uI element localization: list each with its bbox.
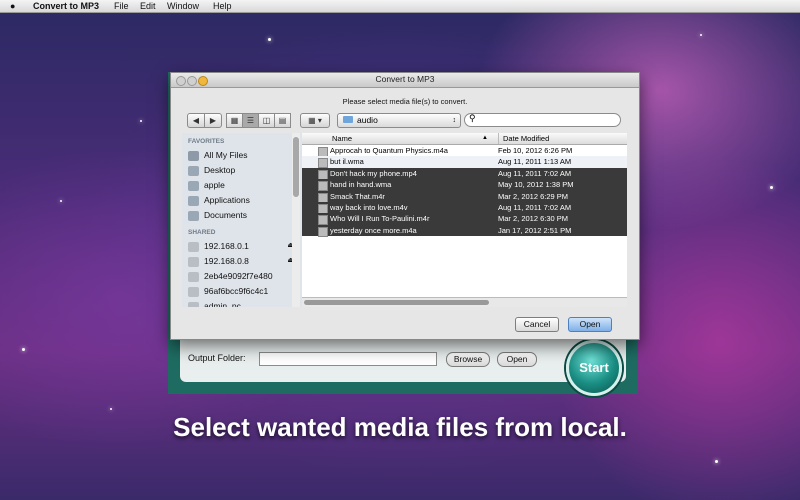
- sidebar-item-desktop[interactable]: Desktop: [188, 163, 235, 177]
- menu-window[interactable]: Window: [167, 0, 199, 12]
- chevron-updown-icon: ↕: [452, 117, 457, 124]
- computer-icon: [188, 286, 199, 297]
- apple-menu-icon[interactable]: ●: [10, 0, 15, 12]
- file-list-scroll-thumb[interactable]: [304, 300, 489, 305]
- search-icon: ⚲: [469, 113, 476, 123]
- sidebar-item-shared-4[interactable]: 96af6bcc9f6c4c1: [188, 284, 268, 298]
- file-row[interactable]: Smack That.m4r Mar 2, 2012 6:29 PM: [302, 190, 627, 203]
- star: [110, 408, 112, 410]
- all-files-icon: [188, 150, 199, 161]
- star: [700, 34, 702, 36]
- file-name: Who Will I Run To-Paulini.m4r: [330, 214, 430, 224]
- output-folder-label: Output Folder:: [188, 353, 246, 363]
- documents-icon: [188, 210, 199, 221]
- file-name: Approcah to Quantum Physics.m4a: [330, 146, 448, 155]
- file-list-scrollbar[interactable]: [302, 297, 627, 307]
- browse-button[interactable]: Browse: [446, 352, 490, 367]
- dialog-titlebar: Convert to MP3: [171, 73, 639, 88]
- sidebar-item-shared-2[interactable]: 192.168.0.8 ⏏: [188, 254, 298, 268]
- file-row[interactable]: hand in hand.wma May 10, 2012 1:38 PM: [302, 179, 627, 192]
- menu-edit[interactable]: Edit: [140, 0, 156, 12]
- file-list: Name ▲ Date Modified Approcah to Quantum…: [302, 133, 627, 307]
- file-date: Mar 2, 2012 6:30 PM: [498, 214, 569, 224]
- column-view-icon[interactable]: ◫: [258, 113, 275, 128]
- open-folder-button[interactable]: Open: [497, 352, 537, 367]
- folder-icon: [343, 116, 353, 123]
- file-icon: [318, 226, 328, 237]
- file-row[interactable]: Who Will I Run To-Paulini.m4r Mar 2, 2012…: [302, 213, 627, 226]
- computer-icon: [188, 256, 199, 267]
- file-row[interactable]: Approcah to Quantum Physics.m4a Feb 10, 2…: [302, 145, 627, 157]
- star: [60, 200, 62, 202]
- caption: Select wanted media files from local.: [173, 412, 627, 442]
- folder-select-value: audio: [357, 115, 378, 125]
- desktop-icon: [188, 165, 199, 176]
- date-column-header[interactable]: Date Modified: [498, 133, 549, 144]
- dialog-footer: Cancel Open: [182, 307, 627, 337]
- output-folder-field[interactable]: [259, 352, 437, 366]
- column-header: Name ▲ Date Modified: [302, 133, 627, 145]
- favorites-header: FAVORITES: [188, 138, 225, 145]
- shared-header: SHARED: [188, 229, 216, 236]
- folder-select[interactable]: audio ↕: [337, 113, 461, 128]
- sidebar-item-apple[interactable]: apple: [188, 178, 225, 192]
- menu-help[interactable]: Help: [213, 0, 232, 12]
- sidebar: FAVORITES All My Files Desktop apple App…: [182, 133, 303, 307]
- menu-app-name[interactable]: Convert to MP3: [33, 0, 99, 12]
- icon-view-icon[interactable]: ▦: [226, 113, 243, 128]
- file-name: way back into love.m4v: [330, 203, 408, 212]
- file-row[interactable]: yesterday once more.m4a Jan 17, 2012 2:51…: [302, 224, 627, 237]
- menu-bar: ● Convert to MP3 File Edit Window Help: [0, 0, 800, 13]
- file-name: Don't hack my phone.mp4: [330, 168, 417, 178]
- star: [22, 348, 25, 351]
- dialog-prompt: Please select media file(s) to convert.: [342, 97, 468, 106]
- file-date: Mar 2, 2012 6:29 PM: [498, 191, 569, 201]
- sidebar-item-documents[interactable]: Documents: [188, 208, 247, 222]
- cancel-button[interactable]: Cancel: [515, 317, 559, 332]
- computer-icon: [188, 241, 199, 252]
- file-name: Smack That.m4r: [330, 191, 385, 201]
- sort-arrow-icon: ▲: [482, 135, 488, 141]
- star: [715, 460, 718, 463]
- file-row[interactable]: but il.wma Aug 11, 2011 1:13 AM: [302, 156, 627, 169]
- file-date: Aug 11, 2011 7:02 AM: [498, 168, 572, 178]
- sidebar-scrollbar[interactable]: [292, 133, 300, 307]
- start-button[interactable]: Start: [566, 340, 622, 396]
- coverflow-view-icon[interactable]: ▤: [274, 113, 291, 128]
- star: [770, 186, 773, 189]
- open-file-dialog: Convert to MP3 Please select media file(…: [170, 72, 640, 340]
- file-name: yesterday once more.m4a: [330, 225, 417, 235]
- sidebar-scroll-thumb[interactable]: [293, 137, 299, 197]
- sidebar-item-all-my-files[interactable]: All My Files: [188, 148, 247, 162]
- arrange-menu-icon[interactable]: ▦ ▾: [300, 113, 330, 128]
- list-view-icon[interactable]: ☰: [242, 113, 259, 128]
- file-name: but il.wma: [330, 157, 364, 167]
- file-date: Aug 11, 2011 7:02 AM: [498, 203, 572, 212]
- search-input[interactable]: ⚲: [464, 113, 621, 127]
- applications-icon: [188, 195, 199, 206]
- computer-icon: [188, 271, 199, 282]
- name-column-header[interactable]: Name: [332, 133, 352, 144]
- file-row[interactable]: Don't hack my phone.mp4 Aug 11, 2011 7:02…: [302, 167, 627, 180]
- back-button[interactable]: ◀: [187, 113, 205, 128]
- forward-button[interactable]: ▶: [204, 113, 222, 128]
- sidebar-item-applications[interactable]: Applications: [188, 193, 250, 207]
- file-date: May 10, 2012 1:38 PM: [498, 180, 574, 190]
- dialog-title: Convert to MP3: [375, 74, 435, 84]
- menu-file[interactable]: File: [114, 0, 129, 12]
- file-date: Aug 11, 2011 1:13 AM: [498, 157, 572, 167]
- star: [268, 38, 271, 41]
- home-icon: [188, 180, 199, 191]
- sidebar-item-shared-5[interactable]: admin_pc: [188, 299, 241, 307]
- star: [140, 120, 142, 122]
- file-name: hand in hand.wma: [330, 180, 392, 190]
- open-button[interactable]: Open: [568, 317, 612, 332]
- file-row[interactable]: way back into love.m4v Aug 11, 2011 7:02 …: [302, 202, 627, 214]
- sidebar-item-shared-3[interactable]: 2eb4e9092f7e480: [188, 269, 273, 283]
- file-date: Feb 10, 2012 6:26 PM: [498, 146, 573, 155]
- sidebar-item-shared-1[interactable]: 192.168.0.1 ⏏: [188, 239, 298, 253]
- file-date: Jan 17, 2012 2:51 PM: [498, 225, 572, 235]
